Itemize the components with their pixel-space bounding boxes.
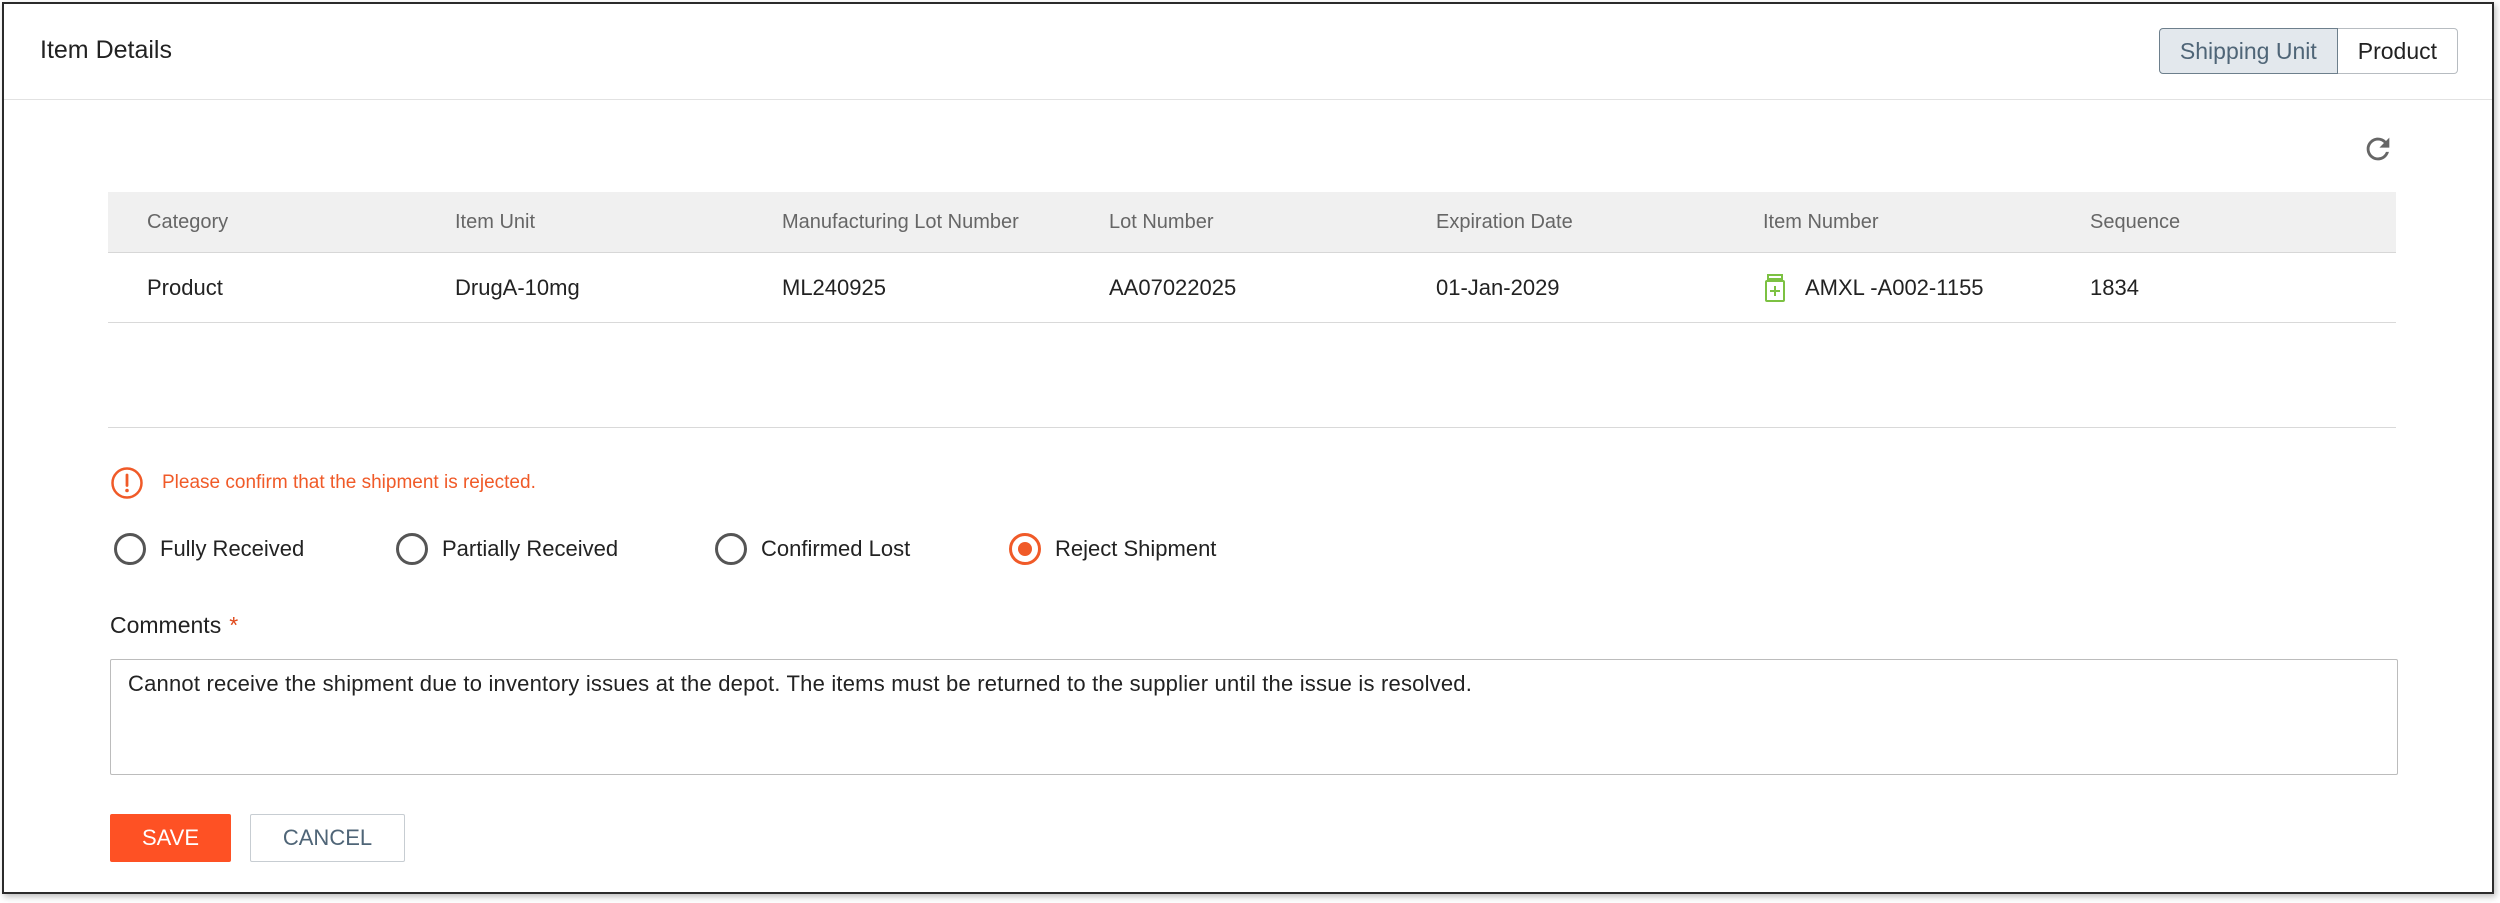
radio-circle[interactable] <box>396 533 428 565</box>
cell-item-number: AMXL -A002-1155 <box>1763 253 1984 322</box>
comments-label: Comments * <box>110 612 238 639</box>
cell-sequence: 1834 <box>2090 274 2139 300</box>
exclamation-circle-icon <box>110 466 144 500</box>
radio-label: Confirmed Lost <box>761 536 911 561</box>
column-header-category: Category <box>147 210 229 233</box>
toggle-shipping-unit[interactable]: Shipping Unit <box>2158 28 2338 74</box>
table-header: Category Item Unit Manufacturing Lot Num… <box>108 192 2396 253</box>
panel-header: Item Details Shipping Unit Product <box>4 4 2492 100</box>
radio-circle[interactable] <box>114 533 146 565</box>
alert-message: Please confirm that the shipment is reje… <box>162 472 536 493</box>
required-mark: * <box>229 612 239 638</box>
refresh-icon[interactable] <box>2361 132 2395 166</box>
column-header-manufacturing-lot-number: Manufacturing Lot Number <box>782 210 1019 233</box>
column-header-expiration-date: Expiration Date <box>1436 210 1573 233</box>
rejection-alert: Please confirm that the shipment is reje… <box>110 466 536 500</box>
cell-category: Product <box>147 274 223 300</box>
table-row: Product DrugA-10mg ML240925 AA07022025 0… <box>108 253 2396 323</box>
radio-circle[interactable] <box>1009 533 1041 565</box>
radio-label: Fully Received <box>160 536 305 561</box>
radio-confirmed-lost[interactable]: Confirmed Lost <box>715 533 910 565</box>
cell-expiration-date: 01-Jan-2029 <box>1436 274 1560 300</box>
radio-label: Reject Shipment <box>1055 536 1217 561</box>
item-number-value: AMXL -A002-1155 <box>1805 274 1984 300</box>
column-header-sequence: Sequence <box>2090 210 2181 233</box>
radio-reject-shipment[interactable]: Reject Shipment <box>1009 533 1216 565</box>
item-table: Category Item Unit Manufacturing Lot Num… <box>108 192 2396 323</box>
medicine-bottle-icon <box>1763 273 1787 302</box>
column-header-item-unit: Item Unit <box>455 210 536 233</box>
radio-fully-received[interactable]: Fully Received <box>114 533 304 565</box>
save-button[interactable]: SAVE <box>110 814 231 862</box>
radio-label: Partially Received <box>442 536 619 561</box>
view-toggle: Shipping Unit Product <box>2158 28 2458 74</box>
comments-textarea[interactable]: Cannot receive the shipment due to inven… <box>110 659 2398 775</box>
radio-circle[interactable] <box>715 533 747 565</box>
cell-lot-number: AA07022025 <box>1109 274 1237 300</box>
cancel-button[interactable]: CANCEL <box>250 814 405 862</box>
column-header-lot-number: Lot Number <box>1109 210 1214 233</box>
cell-manufacturing-lot-number: ML240925 <box>782 274 886 300</box>
page-title: Item Details <box>40 36 172 64</box>
column-header-item-number: Item Number <box>1763 210 1879 233</box>
item-details-panel: Item Details Shipping Unit Product Categ… <box>2 2 2494 894</box>
section-divider <box>108 427 2396 428</box>
cell-item-unit: DrugA-10mg <box>455 274 580 300</box>
radio-partially-received[interactable]: Partially Received <box>396 533 618 565</box>
toggle-product[interactable]: Product <box>2337 28 2458 74</box>
comments-label-text: Comments <box>110 612 222 638</box>
